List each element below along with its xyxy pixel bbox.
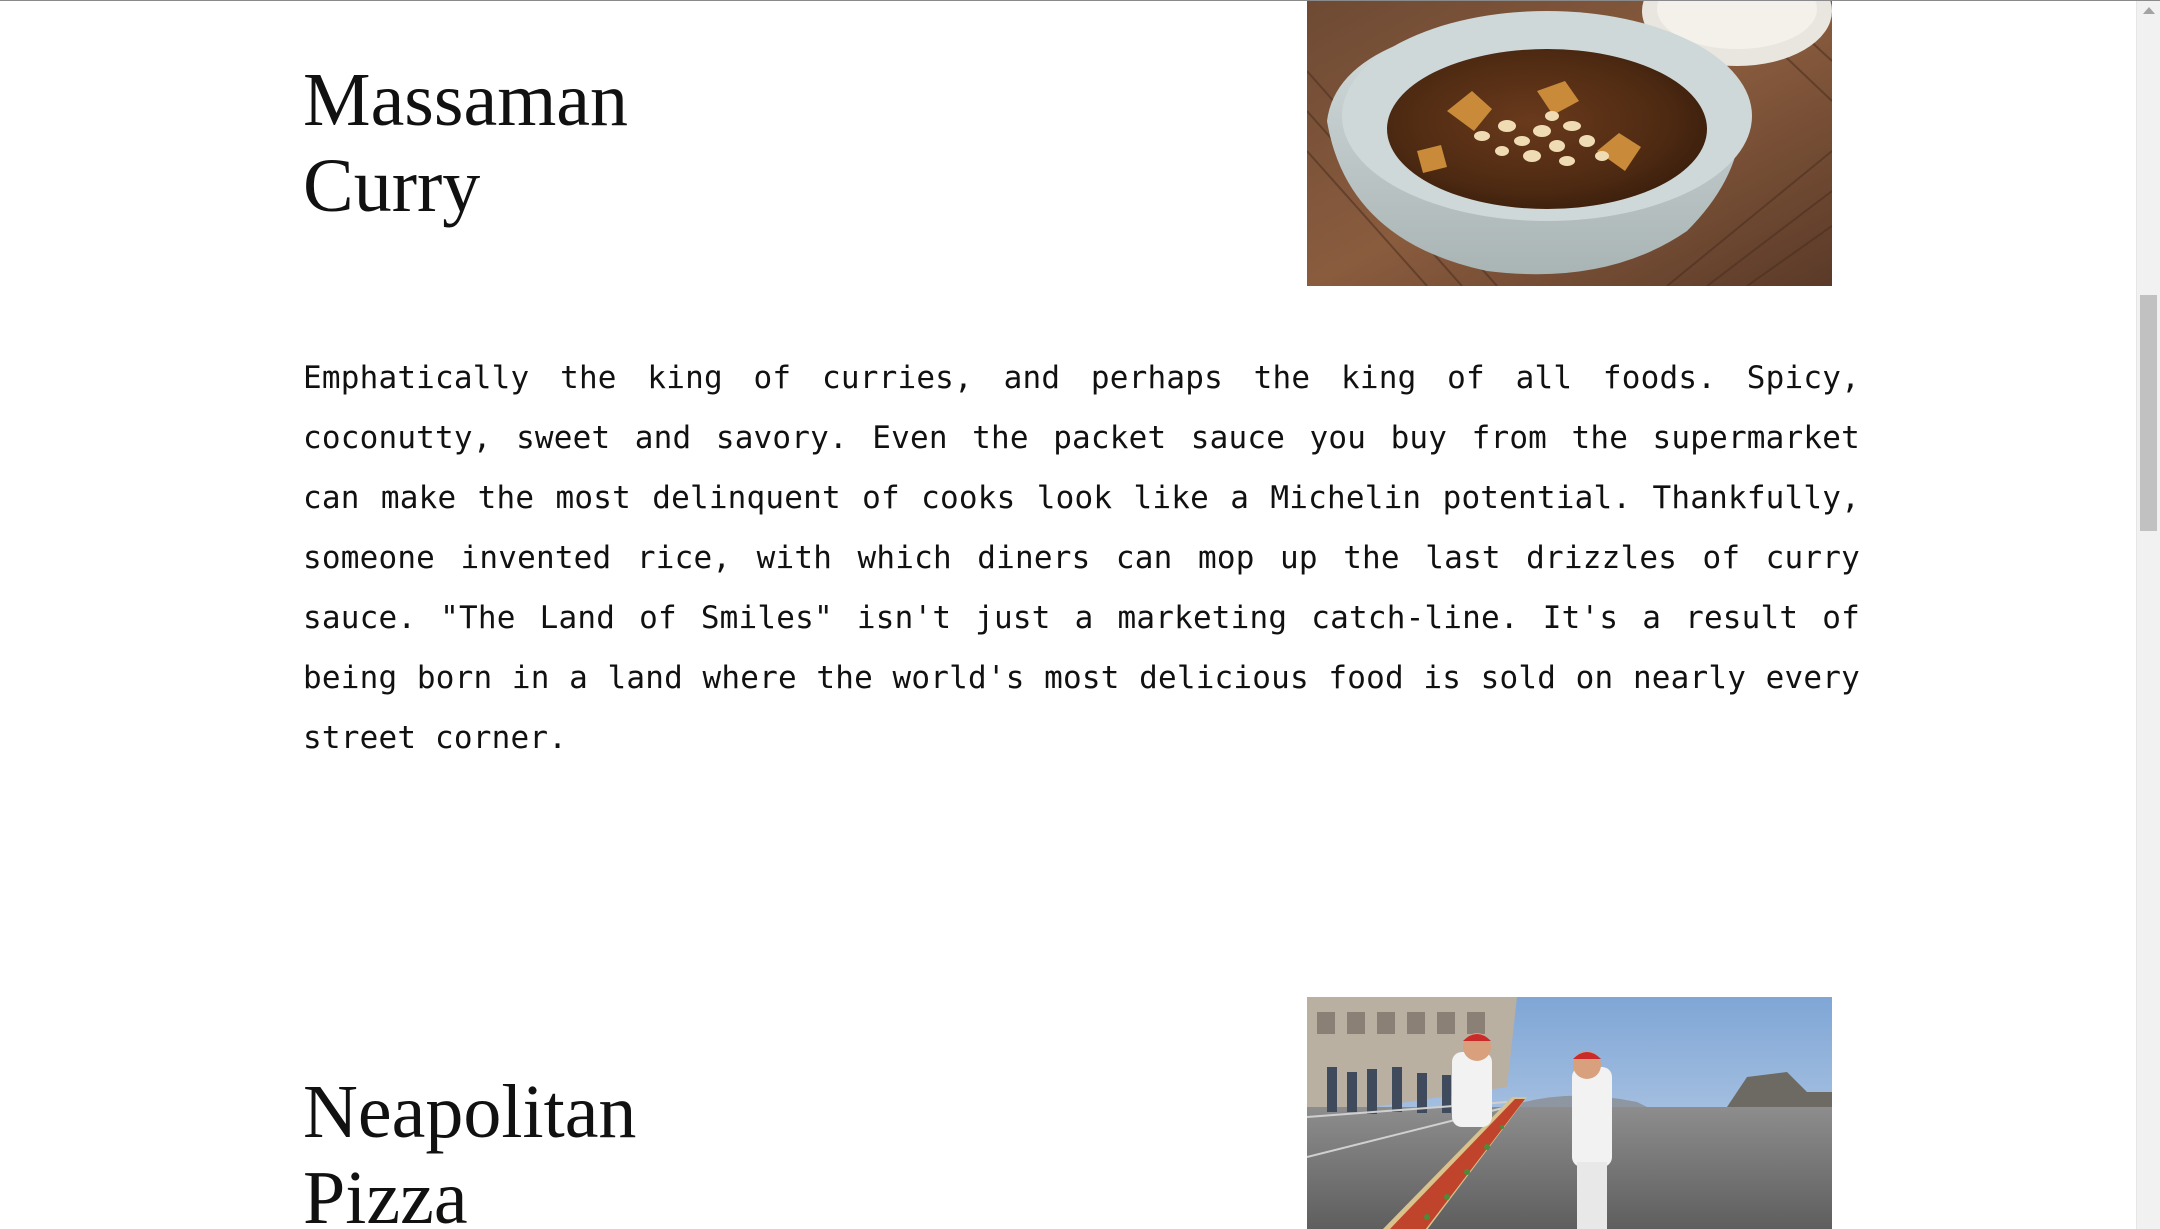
scrollbar-thumb[interactable] — [2140, 295, 2157, 531]
dish-title-line: Curry — [303, 144, 481, 228]
dish-title-line: Neapolitan — [303, 1070, 637, 1154]
neapolitan-pizza-photo — [1307, 997, 1832, 1229]
dish-title-neapolitan-pizza: Neapolitan Pizza — [303, 1069, 943, 1229]
curry-bowl-image — [1307, 1, 1832, 286]
page-content: Massaman Curry Emphatically the king of … — [0, 1, 2136, 1229]
dish-title-line: Massaman — [303, 58, 629, 142]
massaman-curry-photo — [1307, 1, 1832, 286]
vertical-scrollbar[interactable] — [2136, 1, 2160, 1229]
dish-description-massaman-curry: Emphatically the king of curries, and pe… — [303, 360, 1860, 756]
dish-title-line: Pizza — [303, 1156, 468, 1229]
pizza-street-image — [1307, 997, 1832, 1229]
scroll-up-arrow-icon[interactable] — [2143, 7, 2155, 14]
dish-title-massaman-curry: Massaman Curry — [303, 57, 943, 229]
browser-viewport: Massaman Curry Emphatically the king of … — [0, 0, 2160, 1229]
